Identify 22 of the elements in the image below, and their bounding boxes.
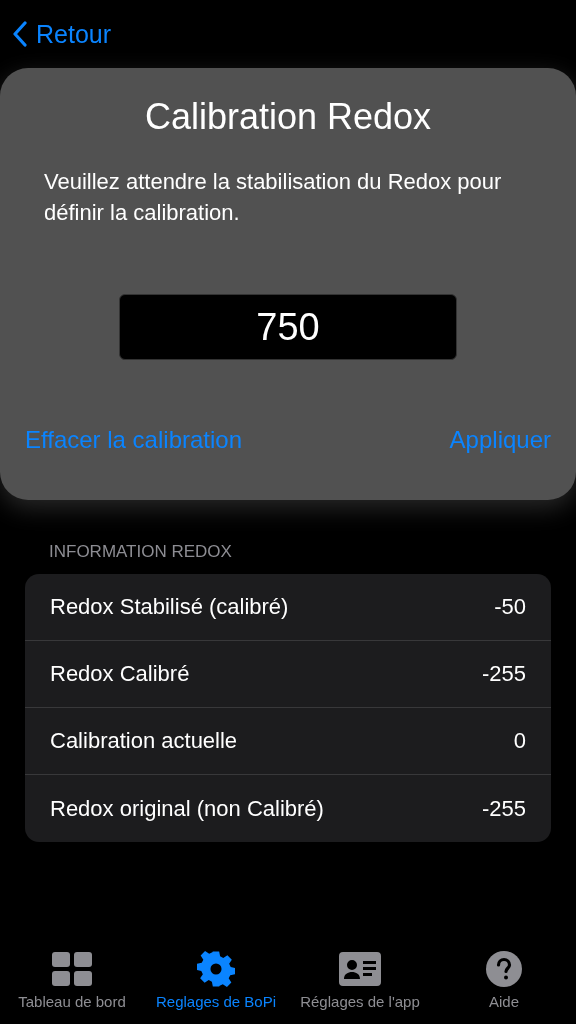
section-header: INFORMATION REDOX [49,542,233,562]
settings-icon [197,950,235,988]
tab-bar-item[interactable]: Tableau de bord [0,950,144,1024]
row-label: Redox Stabilisé (calibré) [50,594,289,620]
grid-icon [52,950,92,988]
row-value: -50 [494,594,526,620]
chevron-left-icon [12,21,28,47]
contact-card-icon [339,950,381,988]
back-button[interactable]: Retour [12,19,112,49]
tab-bar-item[interactable]: Aide [432,950,576,1024]
row-value: -255 [481,795,526,822]
calibration-input[interactable]: 750 [119,294,457,360]
tab-bar-item[interactable]: Réglages de l'app [288,950,432,1024]
help-icon [485,950,523,988]
row-value: 0 [513,728,526,754]
row-label: Calibration actuelle [50,728,238,754]
dialog-title: Calibration Redox [144,96,432,138]
tab-bar-item[interactable]: Reglages de BoPi [144,950,288,1024]
dialog-message: Veuillez attendre la stabilisation du Redox pour définir la calibration. [43,168,503,227]
row-label: Redox original (non Calibré) [50,795,324,822]
row-label: Redox Calibré [50,661,190,687]
row-value: -255 [481,661,526,687]
